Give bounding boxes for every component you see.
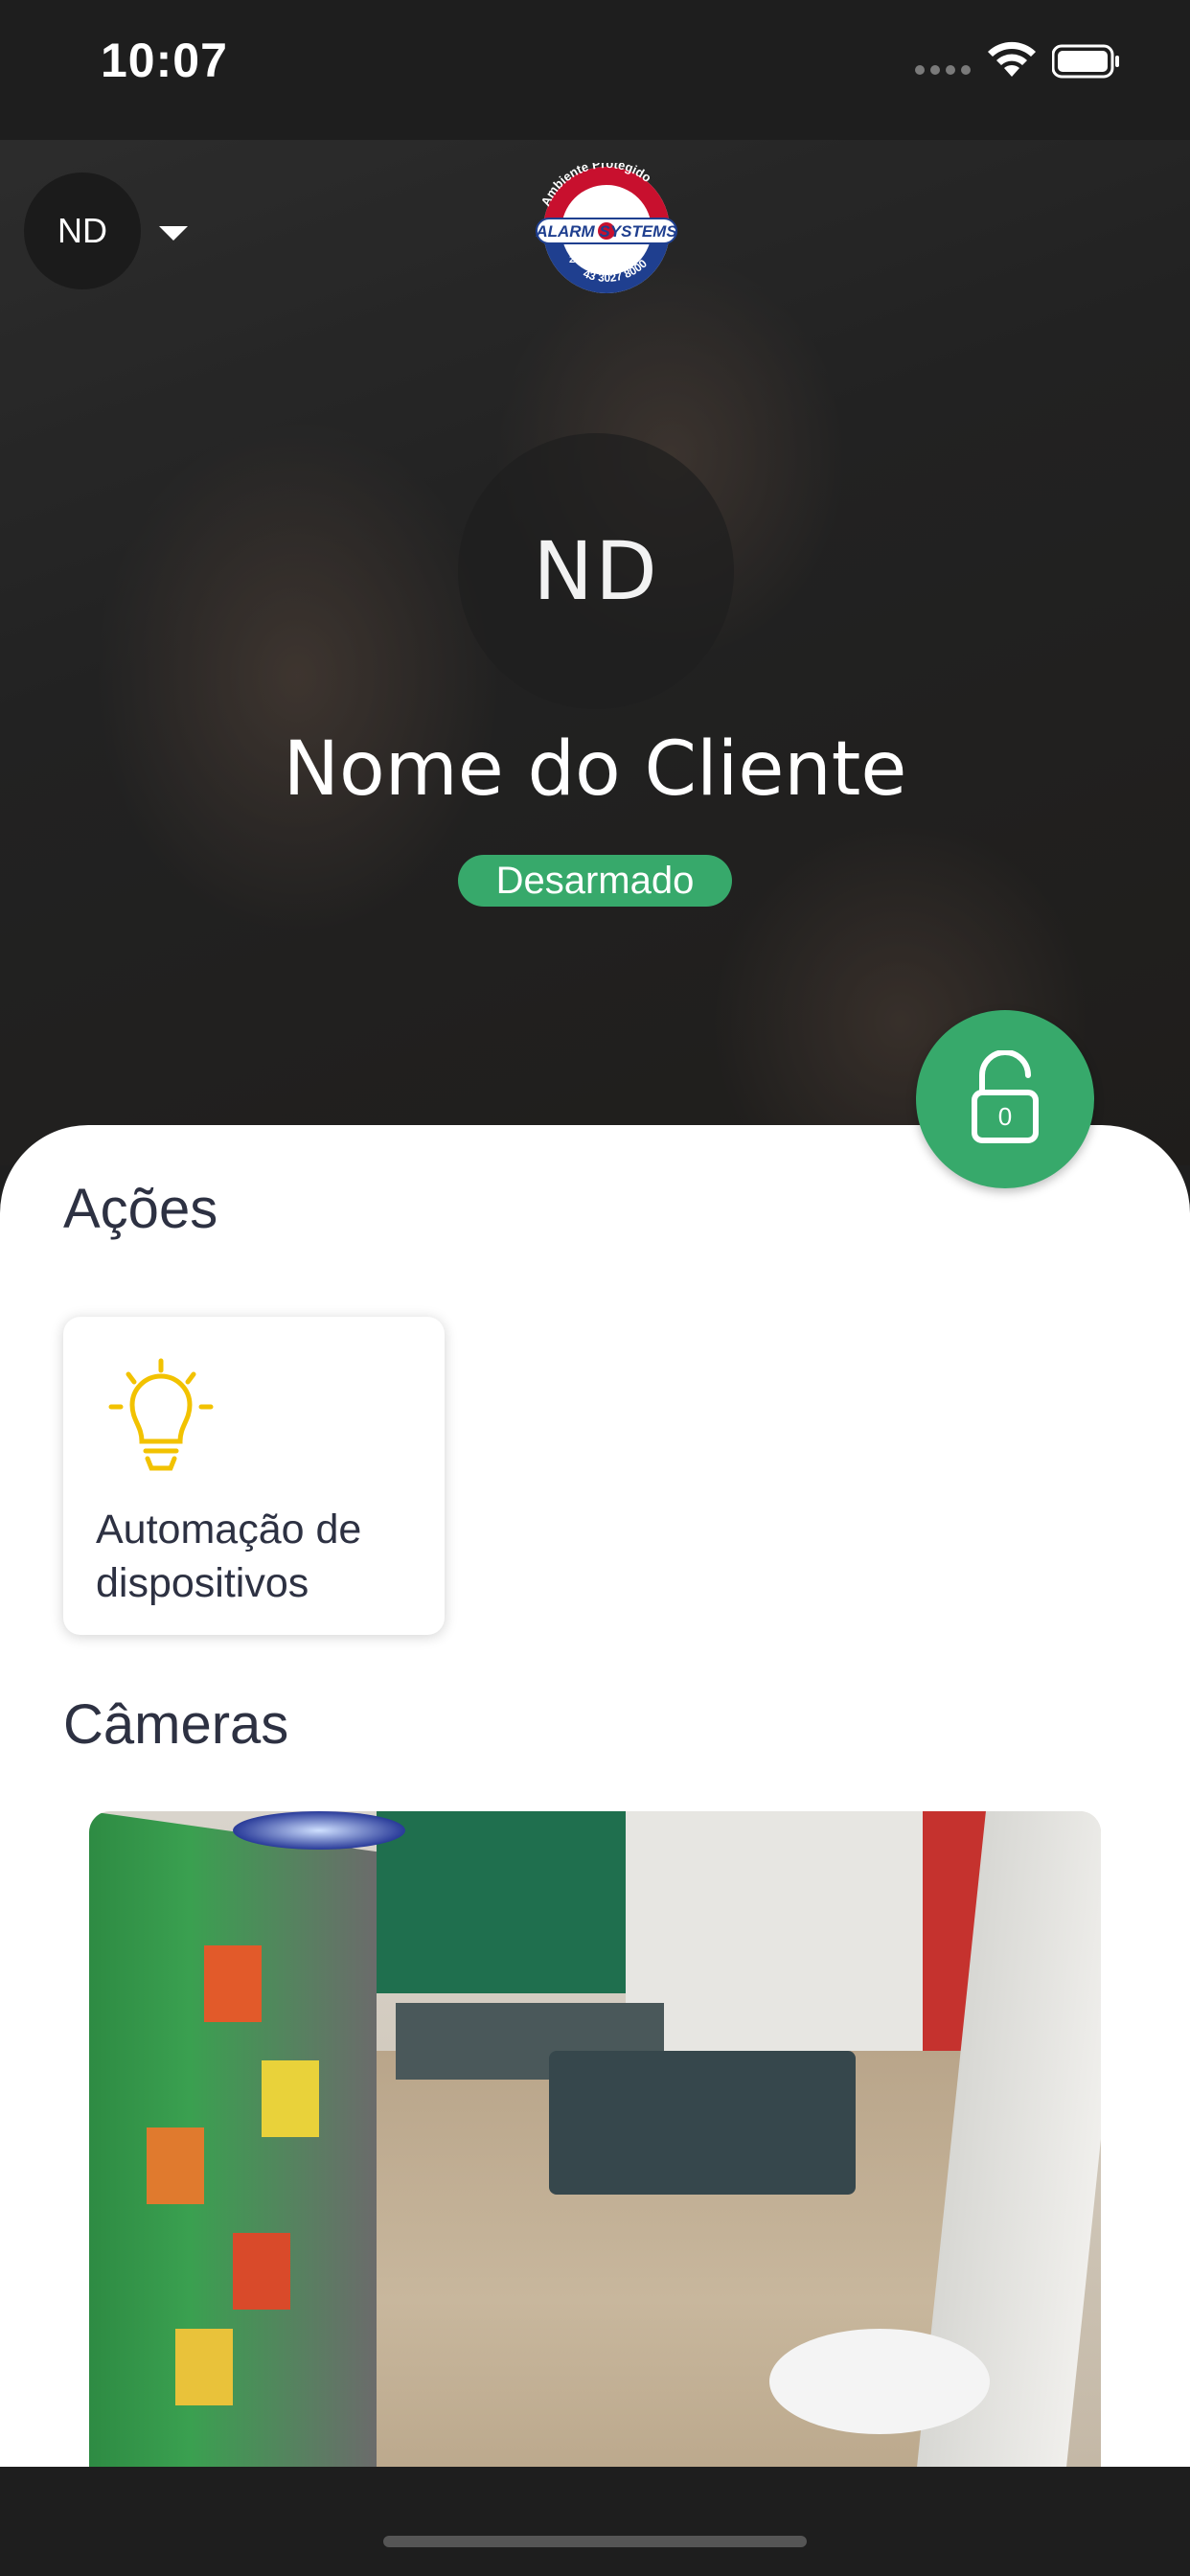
status-bar: 10:07 bbox=[0, 0, 1190, 140]
action-card-device-automation[interactable]: Automação de dispositivos bbox=[63, 1317, 445, 1635]
camera-feed[interactable] bbox=[89, 1811, 1101, 2467]
status-time: 10:07 bbox=[101, 34, 228, 87]
home-indicator[interactable] bbox=[383, 2536, 807, 2547]
account-switcher-button[interactable]: ND bbox=[24, 172, 141, 289]
battery-icon bbox=[1052, 44, 1119, 79]
logo-brand: ALARM SYSTEMS bbox=[535, 222, 677, 241]
lock-count: 0 bbox=[997, 1102, 1013, 1131]
wifi-icon bbox=[988, 41, 1036, 77]
client-name: Nome do Cliente bbox=[283, 726, 907, 813]
cameras-section-title: Câmeras bbox=[63, 1693, 289, 1756]
alarm-systems-logo: Ambiente Protegido ALARM SYSTEMS 24h 43 … bbox=[535, 163, 677, 293]
cellular-signal-icon bbox=[915, 65, 971, 75]
client-avatar: ND bbox=[458, 433, 734, 709]
arm-disarm-button[interactable]: 0 bbox=[916, 1010, 1094, 1188]
lightbulb-icon bbox=[108, 1358, 214, 1471]
chevron-down-icon[interactable] bbox=[159, 226, 188, 241]
action-card-label: Automação de dispositivos bbox=[96, 1506, 362, 1606]
home-bar-area bbox=[0, 2467, 1190, 2576]
actions-section-title: Ações bbox=[63, 1178, 218, 1240]
logo-badge: 24h bbox=[569, 254, 587, 265]
unlock-icon bbox=[972, 1050, 1039, 1143]
alarm-status-badge: Desarmado bbox=[458, 855, 732, 907]
